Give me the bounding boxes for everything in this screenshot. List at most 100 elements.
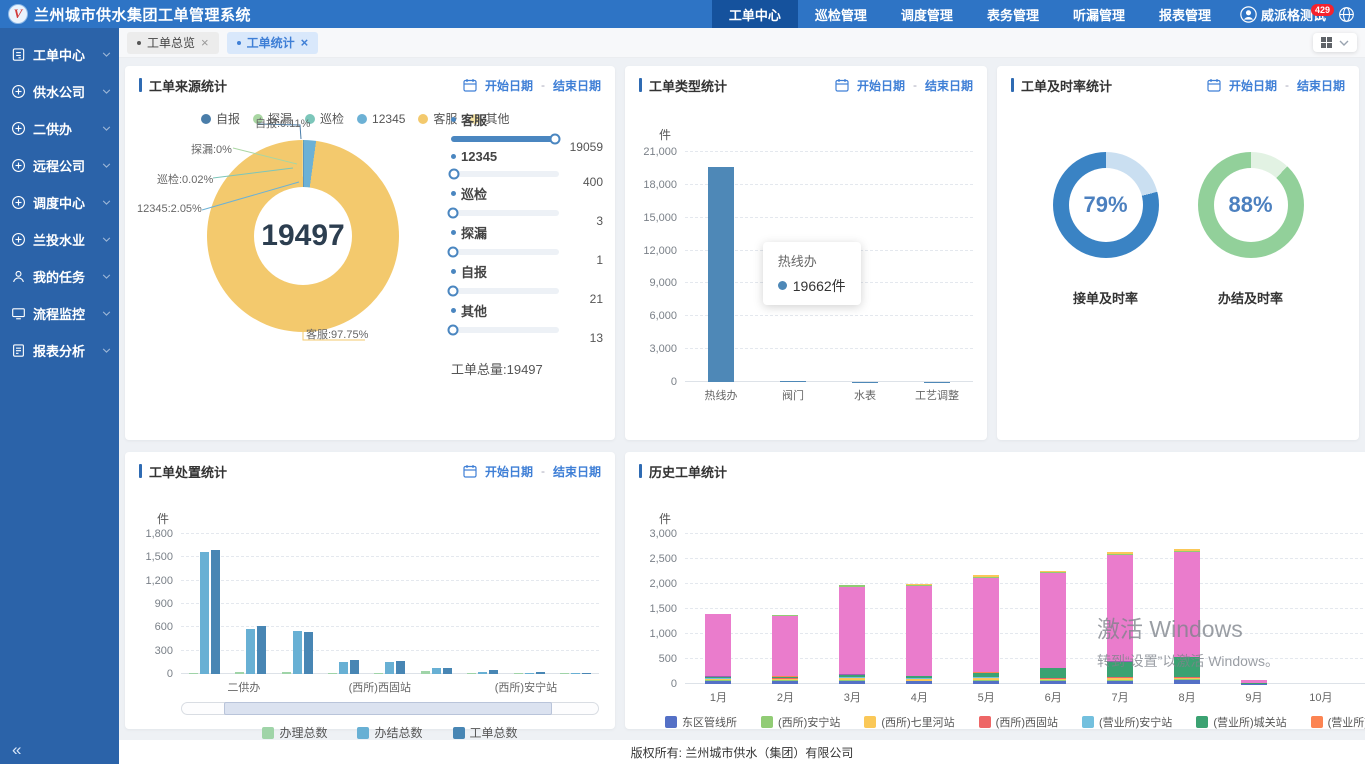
stacked-bar[interactable] [705, 534, 731, 684]
slider-track[interactable] [451, 288, 559, 294]
globe-icon[interactable] [1332, 6, 1365, 23]
legend-item[interactable]: (西所)西固站 [979, 714, 1058, 730]
bar[interactable] [571, 673, 580, 674]
source-donut-chart[interactable]: 19497 [207, 140, 399, 332]
legend-item[interactable]: (西所)安宁站 [761, 714, 840, 730]
stacked-bar[interactable] [1040, 534, 1066, 684]
slider-handle-icon[interactable] [448, 286, 459, 297]
legend-item[interactable]: (营业所)安宁站 [1082, 714, 1172, 730]
bar[interactable] [211, 550, 220, 674]
sidebar-item[interactable]: 远程公司 [0, 147, 119, 184]
legend-item[interactable]: 办结总数 [357, 724, 422, 740]
bar[interactable] [282, 672, 291, 674]
start-date-link[interactable]: 开始日期 [485, 77, 533, 94]
calendar-icon[interactable] [1207, 78, 1221, 92]
bar[interactable] [560, 673, 569, 674]
bar[interactable] [257, 626, 266, 674]
top-nav-item[interactable]: 巡检管理 [798, 0, 884, 28]
bar[interactable] [780, 381, 806, 382]
legend-item[interactable]: 工单总数 [453, 724, 518, 740]
stacked-bar[interactable] [1308, 534, 1334, 684]
slider-track[interactable] [451, 136, 559, 142]
stacked-bar[interactable] [906, 534, 932, 684]
stacked-bar[interactable] [772, 534, 798, 684]
tab-options-button[interactable] [1313, 33, 1357, 52]
top-nav-item[interactable]: 听漏管理 [1056, 0, 1142, 28]
bar[interactable] [443, 668, 452, 674]
bar[interactable] [525, 673, 534, 674]
top-nav-item[interactable]: 报表管理 [1142, 0, 1228, 28]
top-nav-item[interactable]: 调度管理 [884, 0, 970, 28]
end-date-link[interactable]: 结束日期 [925, 77, 973, 94]
bar[interactable] [246, 629, 255, 674]
calendar-icon[interactable] [463, 78, 477, 92]
slider-handle-icon[interactable] [448, 208, 459, 219]
bar[interactable] [293, 631, 302, 674]
sidebar-item[interactable]: 工单中心 [0, 36, 119, 73]
slider-handle-icon[interactable] [448, 247, 459, 258]
slider-track[interactable] [451, 171, 559, 177]
sidebar-item[interactable]: 兰投水业 [0, 221, 119, 258]
sidebar-item[interactable]: 流程监控 [0, 295, 119, 332]
bar[interactable] [385, 662, 394, 674]
sidebar-item[interactable]: 报表分析 [0, 332, 119, 369]
bar[interactable] [421, 671, 430, 674]
bar[interactable] [708, 167, 734, 382]
start-date-link[interactable]: 开始日期 [857, 77, 905, 94]
tab-close-icon[interactable]: × [201, 36, 209, 49]
user-menu[interactable]: 威派格测试 429 [1228, 5, 1332, 24]
bar[interactable] [374, 673, 383, 674]
calendar-icon[interactable] [463, 464, 477, 478]
bar[interactable] [536, 672, 545, 674]
legend-item[interactable]: 12345 [357, 110, 405, 127]
slider-track[interactable] [451, 327, 559, 333]
bar[interactable] [514, 673, 523, 674]
bar[interactable] [189, 673, 198, 674]
end-date-link[interactable]: 结束日期 [553, 463, 601, 480]
end-date-link[interactable]: 结束日期 [1297, 77, 1345, 94]
bar[interactable] [467, 673, 476, 674]
stacked-bar[interactable] [973, 534, 999, 684]
slider-handle-icon[interactable] [448, 325, 459, 336]
bar[interactable] [328, 673, 337, 674]
tab-close-icon[interactable]: × [301, 36, 309, 49]
sidebar-item[interactable]: 二供办 [0, 110, 119, 147]
stacked-bar[interactable] [1174, 534, 1200, 684]
data-zoom-window[interactable] [224, 702, 553, 715]
legend-item[interactable]: (西所)七里河站 [864, 714, 954, 730]
legend-item[interactable]: (营业所)七里河站 [1311, 714, 1365, 730]
bar[interactable] [339, 662, 348, 674]
sidebar-item[interactable]: 供水公司 [0, 73, 119, 110]
slider-handle-icon[interactable] [549, 134, 560, 145]
slider-track[interactable] [451, 210, 559, 216]
stacked-bar[interactable] [1241, 534, 1267, 684]
tab[interactable]: 工单总览× [127, 32, 219, 54]
bar[interactable] [200, 552, 209, 674]
slider-handle-icon[interactable] [449, 169, 460, 180]
legend-item[interactable]: 巡检 [305, 110, 344, 127]
sidebar-collapse-button[interactable]: « [12, 740, 21, 760]
legend-item[interactable]: 东区管线所 [665, 714, 737, 730]
legend-item[interactable]: 办理总数 [262, 724, 327, 740]
slider-track[interactable] [451, 249, 559, 255]
start-date-link[interactable]: 开始日期 [1229, 77, 1277, 94]
bar[interactable] [489, 670, 498, 674]
calendar-icon[interactable] [835, 78, 849, 92]
bar[interactable] [582, 673, 591, 674]
tab[interactable]: 工单统计× [227, 32, 319, 54]
data-zoom-slider[interactable] [181, 702, 599, 715]
end-date-link[interactable]: 结束日期 [553, 77, 601, 94]
bar[interactable] [396, 661, 405, 674]
bar[interactable] [478, 672, 487, 674]
bar[interactable] [235, 672, 244, 674]
start-date-link[interactable]: 开始日期 [485, 463, 533, 480]
bar[interactable] [432, 668, 441, 674]
top-nav-item[interactable]: 表务管理 [970, 0, 1056, 28]
legend-item[interactable]: (营业所)城关站 [1196, 714, 1286, 730]
legend-item[interactable]: 自报 [201, 110, 240, 127]
bar[interactable] [350, 660, 359, 674]
sidebar-item[interactable]: 我的任务 [0, 258, 119, 295]
stacked-bar[interactable] [1107, 534, 1133, 684]
stacked-bar[interactable] [839, 534, 865, 684]
bar[interactable] [304, 632, 313, 674]
